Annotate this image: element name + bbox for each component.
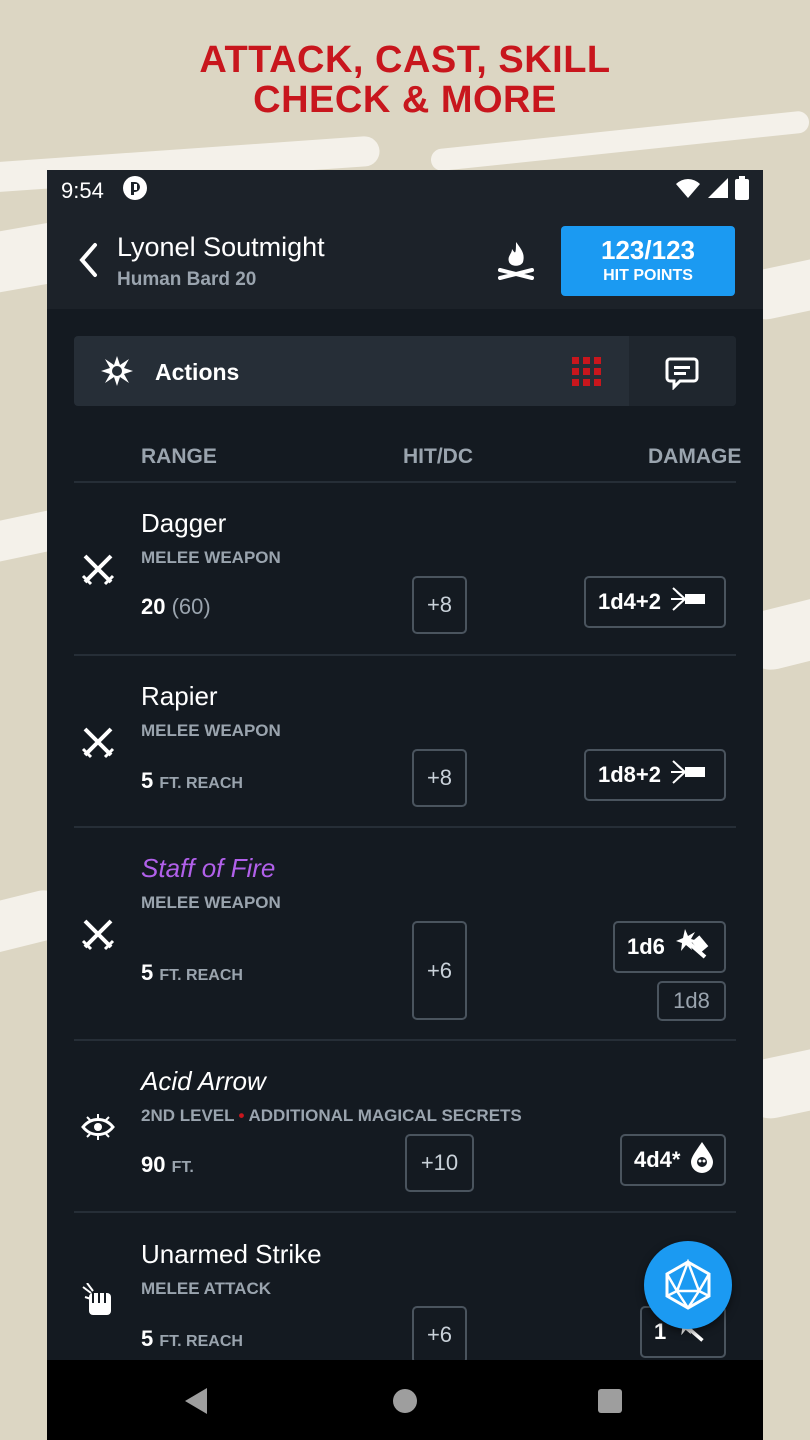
spell-source: ADDITIONAL MAGICAL SECRETS (248, 1106, 522, 1125)
range-unit: FT. REACH (159, 1333, 243, 1350)
to-hit-button[interactable]: +8 (412, 576, 467, 634)
campfire-rest-icon[interactable] (497, 240, 535, 285)
nav-back-icon[interactable] (183, 1387, 209, 1420)
action-name: Dagger (141, 508, 227, 538)
spell-eye-icon (81, 1114, 115, 1145)
character-name[interactable]: Lyonel Soutmight (117, 232, 325, 263)
damage-value: 4d4* (634, 1147, 681, 1172)
tab-actions-label: Actions (155, 359, 240, 385)
spell-level: 2ND LEVEL (141, 1106, 235, 1125)
action-name: Staff of Fire (141, 853, 276, 883)
range-unit: FT. (171, 1159, 194, 1176)
damage-value: 1d6 (627, 934, 665, 959)
character-header: Lyonel Soutmight Human Bard 20 123/123 H… (47, 212, 763, 309)
to-hit-button[interactable]: +6 (412, 1306, 467, 1364)
crossed-swords-icon (81, 725, 115, 764)
d20-dice-icon (665, 1259, 711, 1310)
damage-value: 1 (654, 1319, 667, 1344)
action-name: Acid Arrow (141, 1066, 266, 1096)
section-tab-bar: Actions (74, 336, 736, 406)
actions-burst-icon (100, 354, 134, 393)
tab-actions[interactable]: Actions (74, 336, 629, 406)
dice-roller-button[interactable] (644, 1241, 732, 1329)
crossed-swords-icon (81, 917, 115, 956)
crossed-swords-icon (81, 552, 115, 591)
phone-screen: 9:54 Lyonel Soutmight Human Bard 20 123/… (47, 170, 763, 1440)
android-nav-bar (47, 1360, 763, 1440)
range-long: (60) (171, 594, 211, 619)
fist-icon (81, 1282, 117, 1324)
column-header-hit: HIT/DC (403, 445, 473, 468)
chat-bubble-icon (665, 357, 699, 390)
hit-points-button[interactable]: 123/123 HIT POINTS (561, 226, 735, 296)
piercing-damage-icon (671, 759, 705, 791)
range-unit: FT. REACH (159, 967, 243, 984)
back-arrow-icon[interactable] (77, 242, 101, 283)
piercing-damage-icon (671, 586, 705, 618)
to-hit-button[interactable]: +6 (412, 921, 467, 1020)
action-range: 5 FT. REACH (141, 1326, 243, 1352)
hit-points-value: 123/123 (601, 235, 695, 265)
action-type: MELEE WEAPON (141, 721, 281, 740)
divider (74, 1039, 736, 1041)
action-type: MELEE ATTACK (141, 1279, 272, 1298)
range-unit: FT. REACH (159, 775, 243, 792)
damage-button[interactable]: 1d8+2 (584, 749, 726, 801)
divider (74, 481, 736, 483)
character-subtitle: Human Bard 20 (117, 269, 257, 290)
hit-points-label: HIT POINTS (603, 267, 693, 284)
damage-button[interactable]: 1d6 (613, 921, 726, 973)
divider (74, 654, 736, 656)
status-time: 9:54 (61, 178, 104, 203)
action-range: 5 FT. REACH (141, 960, 243, 986)
action-range: 90 FT. (141, 1152, 194, 1178)
range-value: 5 (141, 768, 154, 793)
app-notification-icon (122, 175, 148, 207)
promo-line-2: CHECK & MORE (253, 79, 557, 121)
column-header-damage: DAMAGE (648, 445, 742, 468)
range-value: 5 (141, 960, 154, 985)
divider (74, 826, 736, 828)
action-type: MELEE WEAPON (141, 548, 281, 567)
action-range: 5 FT. REACH (141, 768, 243, 794)
range-value: 20 (141, 594, 166, 619)
action-name: Rapier (141, 681, 218, 711)
action-name: Unarmed Strike (141, 1239, 322, 1269)
acid-damage-icon (690, 1141, 714, 1179)
cell-signal-icon (707, 177, 729, 205)
bludgeoning-damage-icon (675, 927, 709, 967)
action-range: 20 (60) (141, 594, 211, 620)
divider (74, 1211, 736, 1213)
damage-button[interactable]: 4d4* (620, 1134, 726, 1186)
damage-button[interactable]: 1d4+2 (584, 576, 726, 628)
wifi-icon (675, 177, 701, 205)
action-type: MELEE WEAPON (141, 893, 281, 912)
grid-menu-icon[interactable] (572, 357, 602, 392)
damage-value: 1d4+2 (598, 589, 661, 614)
extra-damage-button[interactable]: 1d8 (657, 981, 726, 1021)
range-value: 5 (141, 1326, 154, 1351)
promo-headline: ATTACK, CAST, SKILL CHECK & MORE (0, 40, 810, 120)
nav-home-icon[interactable] (393, 1389, 417, 1413)
promo-line-1: ATTACK, CAST, SKILL (199, 39, 611, 81)
to-hit-button[interactable]: +8 (412, 749, 467, 807)
damage-value: 1d8+2 (598, 762, 661, 787)
tab-chat[interactable] (629, 336, 736, 406)
spell-meta: 2ND LEVEL • ADDITIONAL MAGICAL SECRETS (141, 1106, 522, 1126)
separator-dot: • (238, 1106, 245, 1125)
range-value: 90 (141, 1152, 166, 1177)
status-bar: 9:54 (47, 170, 763, 212)
column-header-range: RANGE (141, 445, 217, 468)
to-hit-button[interactable]: +10 (405, 1134, 474, 1192)
nav-recents-icon[interactable] (598, 1389, 622, 1413)
battery-icon (735, 176, 749, 206)
